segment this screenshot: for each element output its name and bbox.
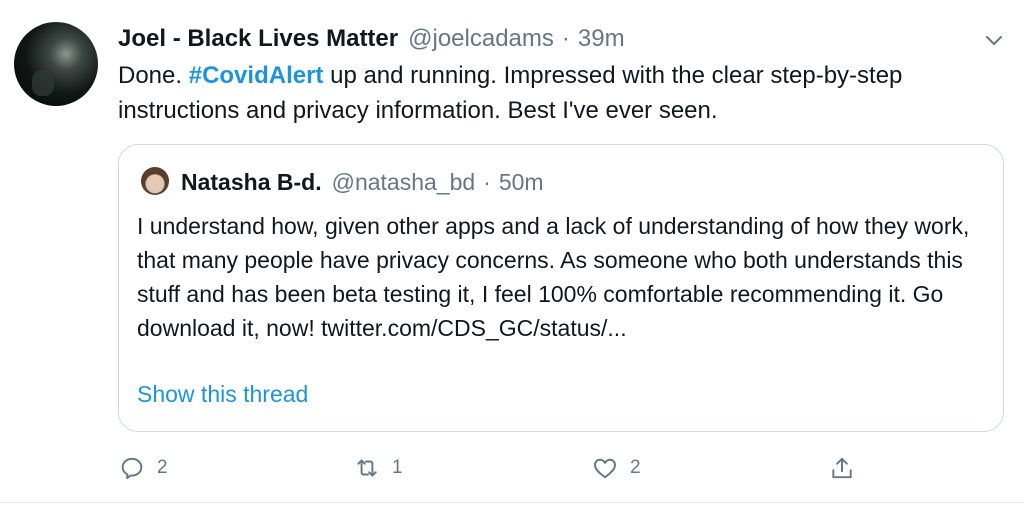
share-button[interactable] [829, 450, 855, 486]
author-avatar[interactable] [14, 22, 98, 106]
tweet-text-start: Done. [118, 62, 189, 89]
tweet-timestamp[interactable]: 39m [578, 25, 625, 53]
quoted-tweet-card[interactable]: Natasha B-d. @natasha_bd · 50m I underst… [118, 144, 1004, 432]
tweet-header: Joel - Black Lives Matter @joelcadams · … [118, 23, 625, 55]
reply-button[interactable]: 2 [119, 450, 168, 486]
like-count: 2 [630, 457, 641, 478]
quoted-tweet-text: I understand how, given other apps and a… [137, 213, 970, 341]
retweet-count: 1 [392, 457, 403, 478]
quoted-author-handle[interactable]: @natasha_bd [332, 169, 476, 196]
author-name[interactable]: Joel - Black Lives Matter [118, 25, 398, 53]
heart-icon [594, 458, 616, 479]
retweet-button[interactable]: 1 [354, 450, 403, 486]
quoted-author-avatar[interactable] [141, 167, 169, 195]
separator: · [483, 168, 491, 195]
quoted-tweet-header: Natasha B-d. @natasha_bd · 50m [181, 167, 544, 197]
hashtag-link[interactable]: #CovidAlert [189, 62, 324, 89]
quoted-author-name[interactable]: Natasha B-d. [181, 169, 322, 196]
quoted-tweet-timestamp[interactable]: 50m [499, 169, 544, 196]
like-button[interactable]: 2 [592, 450, 641, 486]
show-thread-link[interactable]: Show this thread [137, 381, 308, 408]
share-icon [832, 457, 852, 479]
tweet-actions: 2 1 2 [0, 450, 1024, 486]
tweet-text: Done. #CovidAlert up and running. Impres… [118, 58, 998, 128]
chevron-down-icon[interactable] [982, 28, 1006, 52]
retweet-icon [357, 459, 377, 477]
author-handle[interactable]: @joelcadams [408, 25, 554, 53]
reply-icon [121, 457, 143, 480]
divider [0, 502, 1024, 503]
reply-count: 2 [157, 457, 168, 478]
separator: · [561, 25, 570, 52]
